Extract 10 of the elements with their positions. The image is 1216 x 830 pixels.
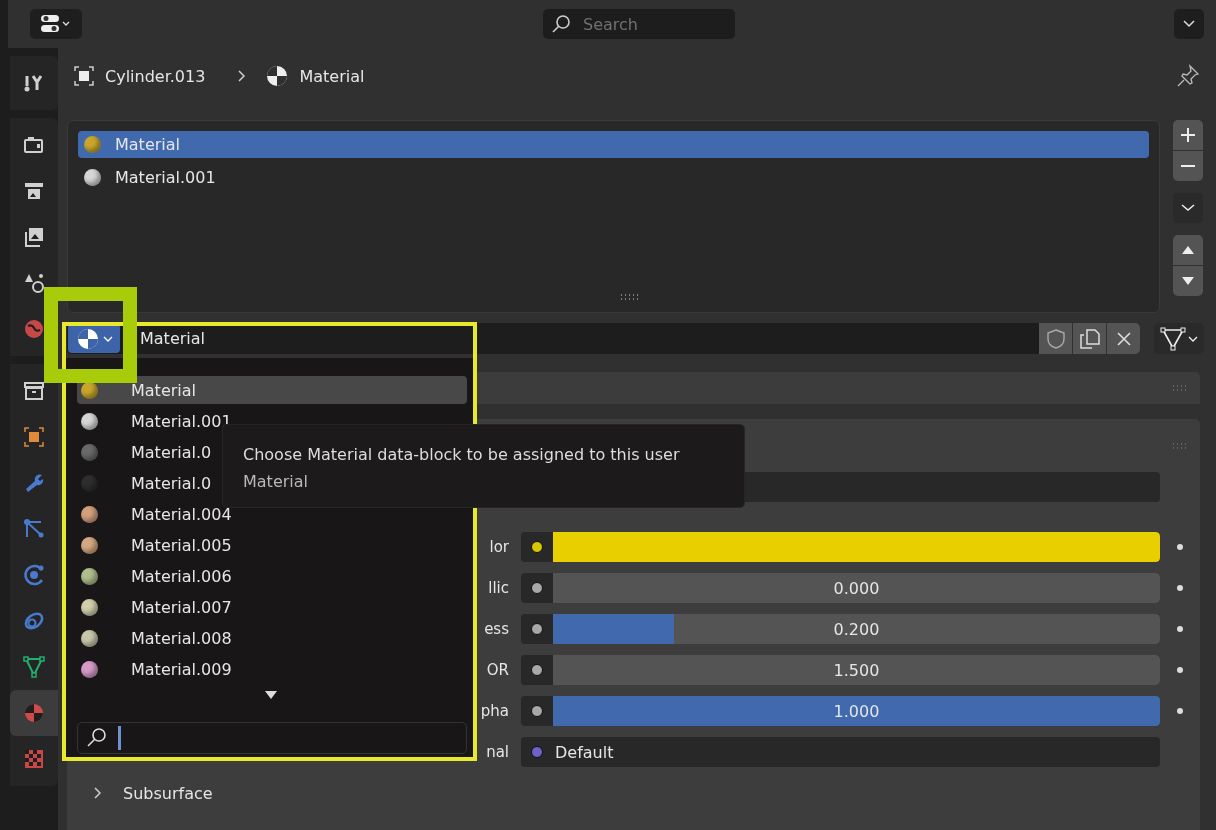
breadcrumb-label: Cylinder.013 [105,66,206,86]
property-label: pha [480,702,509,720]
property-label: lor [489,538,509,556]
property-label: nal [486,743,509,761]
property-label: ess [484,620,509,638]
property-label: llic [488,579,509,597]
property-label: OR [486,661,509,679]
breadcrumb-label: Material [299,66,365,86]
tooltip-detail: Material [243,472,309,491]
tooltip-text: Choose Material data-block to be assigned to this user [243,445,681,464]
